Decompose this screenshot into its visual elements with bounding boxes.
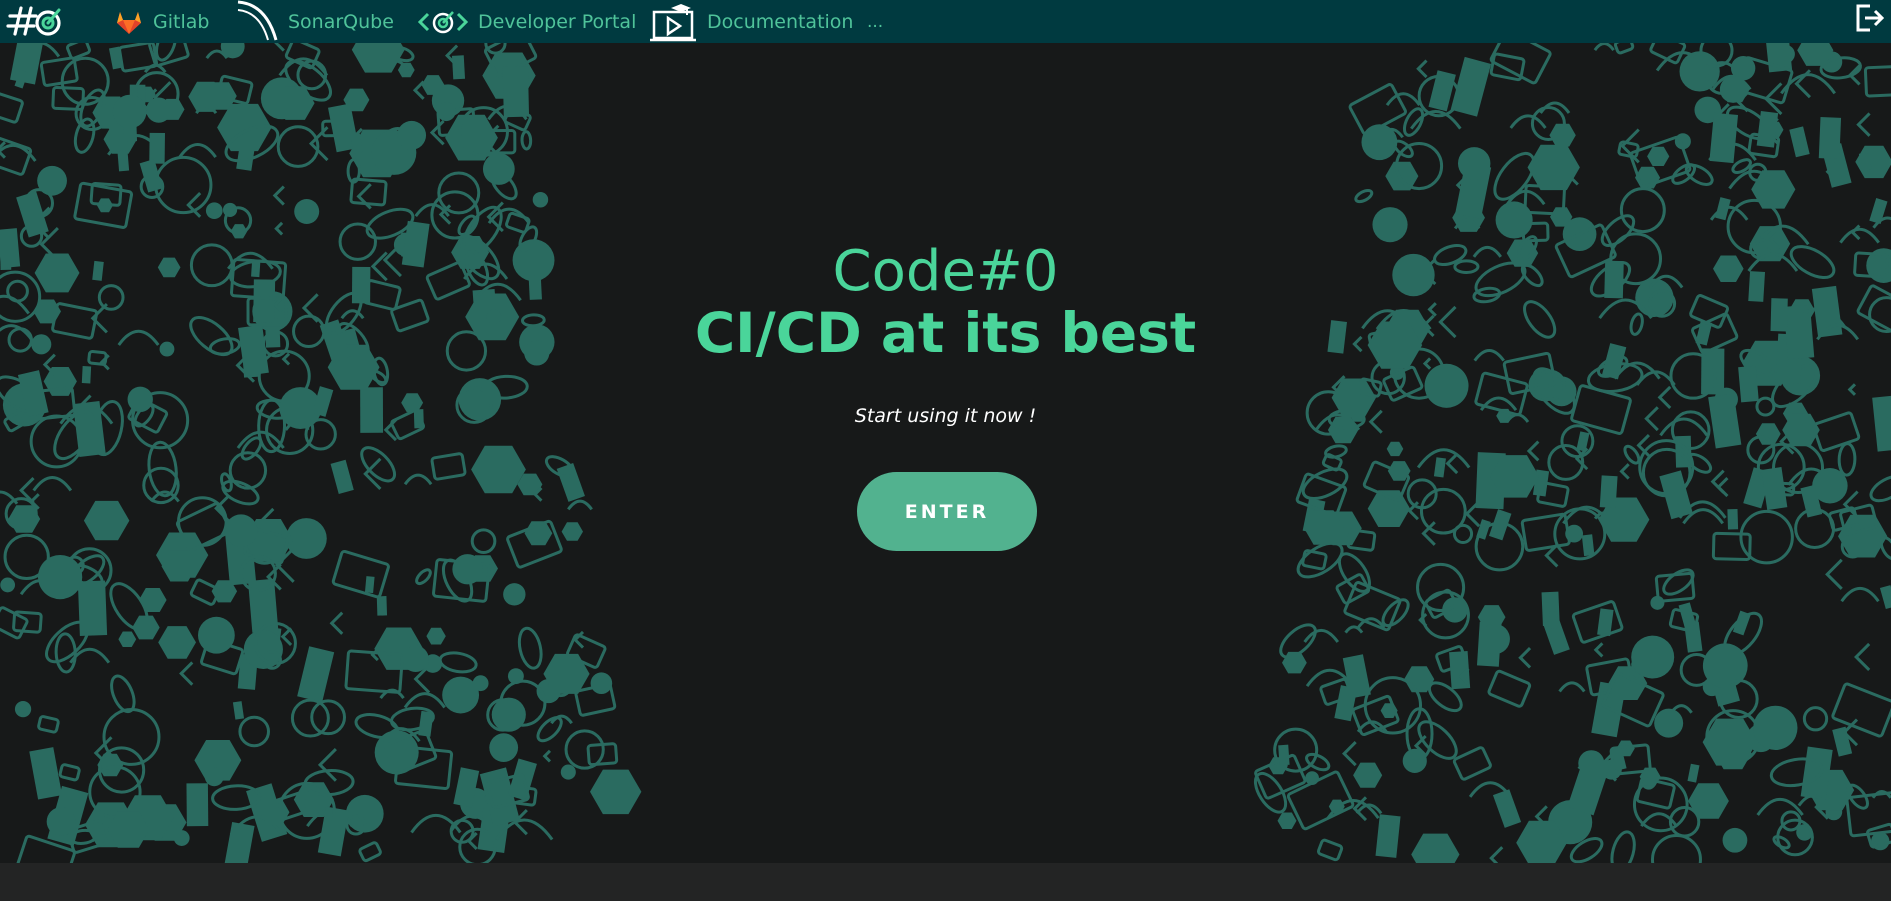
nav-gitlab-label: Gitlab xyxy=(153,10,210,33)
nav-more-menu[interactable]: ... xyxy=(867,0,883,43)
nav-developer-portal[interactable]: Developer Portal xyxy=(418,0,636,43)
hero-content: Code#0 CI/CD at its best Start using it … xyxy=(0,43,1891,863)
sonarqube-icon xyxy=(236,0,282,43)
nav-gitlab[interactable]: Gitlab xyxy=(115,0,209,43)
nav-sonarqube[interactable]: SonarQube xyxy=(236,0,394,43)
hero-title: Code#0 xyxy=(832,239,1059,304)
nav-documentation-label: Documentation xyxy=(707,10,854,33)
hero-tagline: CI/CD at its best xyxy=(694,301,1197,365)
hero-section: Code#0 CI/CD at its best Start using it … xyxy=(0,43,1891,863)
enter-button[interactable]: ENTER xyxy=(857,472,1037,551)
gitlab-icon xyxy=(115,9,143,35)
page-footer-band xyxy=(0,863,1891,901)
hero-subtitle: Start using it now ! xyxy=(854,405,1037,427)
top-navigation-bar: Gitlab SonarQube Developer Portal Docume… xyxy=(0,0,1891,43)
code0-logo-icon[interactable] xyxy=(6,4,62,38)
documentation-icon xyxy=(649,2,697,42)
logout-icon[interactable] xyxy=(1851,0,1887,36)
nav-developer-portal-label: Developer Portal xyxy=(478,10,637,33)
nav-sonarqube-label: SonarQube xyxy=(288,10,394,33)
nav-documentation[interactable]: Documentation xyxy=(649,0,853,43)
developer-portal-icon xyxy=(418,8,468,36)
nav-more-label: ... xyxy=(867,11,884,32)
